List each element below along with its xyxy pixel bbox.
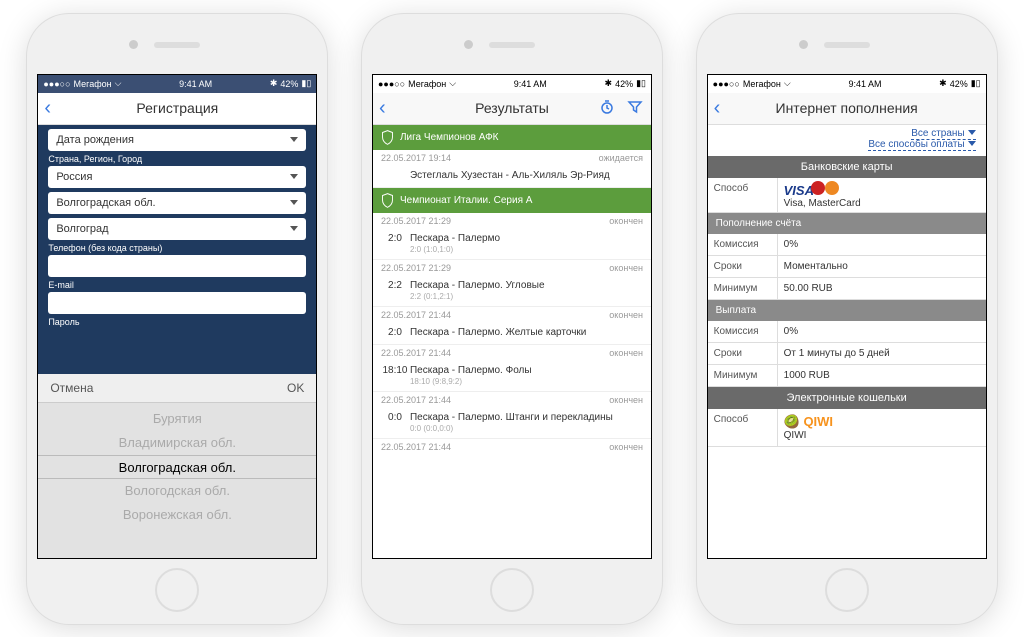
status-time: 9:41 AM bbox=[179, 79, 212, 89]
chevron-down-icon bbox=[290, 200, 298, 205]
location-label: Страна, Регион, Город bbox=[48, 154, 306, 164]
password-label: Пароль bbox=[48, 317, 306, 327]
country-select[interactable]: Россия bbox=[48, 166, 306, 188]
city-select[interactable]: Волгоград bbox=[48, 218, 306, 240]
dob-select[interactable]: Дата рождения bbox=[48, 129, 306, 151]
home-button[interactable] bbox=[825, 568, 869, 612]
payments-body[interactable]: Все страны Все способы оплаты Банковские… bbox=[708, 125, 986, 558]
phone-frame-1: ●●●○○Мегафон⌵ 9:41 AM ✱42%▮▯ ‹ Регистрац… bbox=[27, 14, 327, 624]
mastercard-logo bbox=[811, 181, 825, 195]
home-button[interactable] bbox=[155, 568, 199, 612]
battery-icon: ▮▯ bbox=[636, 78, 646, 89]
qiwi-logo: 🥝 QIWI bbox=[784, 414, 833, 429]
shield-icon bbox=[381, 130, 394, 145]
list-item[interactable]: 2:0Пескара - Палермо2:0 (1:0,1:0) bbox=[373, 229, 651, 260]
bluetooth-icon: ✱ bbox=[605, 78, 613, 89]
section-cards: Банковские карты bbox=[708, 156, 986, 178]
battery-icon: ▮▯ bbox=[971, 78, 981, 89]
battery-icon: ▮▯ bbox=[301, 78, 311, 89]
picker-ok[interactable]: OK bbox=[287, 381, 304, 395]
region-select[interactable]: Волгоградская обл. bbox=[48, 192, 306, 214]
wifi-icon: ⌵ bbox=[449, 78, 456, 89]
list-item[interactable]: 2:0Пескара - Палермо. Желтые карточки bbox=[373, 323, 651, 345]
picker-cancel[interactable]: Отмена bbox=[50, 381, 93, 395]
email-label: E-mail bbox=[48, 280, 306, 290]
chevron-down-icon bbox=[290, 137, 298, 142]
wifi-icon: ⌵ bbox=[115, 78, 122, 89]
status-time: 9:41 AM bbox=[848, 79, 881, 89]
back-button[interactable]: ‹ bbox=[379, 98, 386, 118]
list-item[interactable]: Эстеглаль Хузестан - Аль-Хиляль Эр-Рияд bbox=[373, 166, 651, 188]
table-row: Минимум50.00 RUB bbox=[708, 278, 986, 300]
screen-payments: ●●●○○Мегафон⌵ 9:41 AM ✱42%▮▯ ‹ Интернет … bbox=[707, 74, 987, 559]
results-list[interactable]: Лига Чемпионов АФК 22.05.2017 19:14ожида… bbox=[373, 125, 651, 558]
chevron-down-icon bbox=[968, 141, 976, 146]
screen-results: ●●●○○Мегафон⌵ 9:41 AM ✱42%▮▯ ‹ Результат… bbox=[372, 74, 652, 559]
registration-form: Дата рождения Страна, Регион, Город Росс… bbox=[38, 125, 316, 374]
table-row: Комиссия0% bbox=[708, 321, 986, 343]
picker-wheel[interactable]: Бурятия Владимирская обл. Волгоградская … bbox=[38, 403, 316, 527]
chevron-down-icon bbox=[968, 130, 976, 135]
phone-input[interactable] bbox=[48, 255, 306, 277]
section-refill: Пополнение счёта bbox=[708, 213, 986, 234]
picker-overlay: Отмена OK Бурятия Владимирская обл. Волг… bbox=[38, 374, 316, 558]
list-item[interactable]: 0:0Пескара - Палермо. Штанги и переклади… bbox=[373, 408, 651, 439]
table-row: Способ VISA Visa, MasterCard bbox=[708, 178, 986, 213]
bluetooth-icon: ✱ bbox=[939, 78, 947, 89]
status-bar: ●●●○○Мегафон⌵ 9:41 AM ✱42%▮▯ bbox=[38, 75, 316, 93]
list-item: 22.05.2017 19:14ожидается bbox=[373, 150, 651, 166]
chevron-down-icon bbox=[290, 226, 298, 231]
chevron-down-icon bbox=[290, 174, 298, 179]
status-bar: ●●●○○Мегафон⌵ 9:41 AM ✱42%▮▯ bbox=[373, 75, 651, 93]
table-row: Минимум1000 RUB bbox=[708, 365, 986, 387]
bluetooth-icon: ✱ bbox=[270, 78, 278, 89]
home-button[interactable] bbox=[490, 568, 534, 612]
league-header[interactable]: Чемпионат Италии. Серия А bbox=[373, 188, 651, 213]
table-row: Способ 🥝 QIWI QIWI bbox=[708, 409, 986, 447]
shield-icon bbox=[381, 193, 394, 208]
list-item[interactable]: 2:2Пескара - Палермо. Угловые2:2 (0:1,2:… bbox=[373, 276, 651, 307]
filter-method[interactable]: Все способы оплаты bbox=[868, 139, 975, 151]
list-item[interactable]: 18:10Пескара - Палермо. Фолы18:10 (9:8,9… bbox=[373, 361, 651, 392]
phone-label: Телефон (без кода страны) bbox=[48, 243, 306, 253]
page-title: Интернет пополнения bbox=[776, 100, 918, 116]
back-button[interactable]: ‹ bbox=[44, 98, 51, 118]
table-row: СрокиОт 1 минуты до 5 дней bbox=[708, 343, 986, 365]
phone-frame-2: ●●●○○Мегафон⌵ 9:41 AM ✱42%▮▯ ‹ Результат… bbox=[362, 14, 662, 624]
visa-logo: VISA bbox=[784, 183, 814, 198]
page-title: Результаты bbox=[475, 100, 549, 116]
section-wallets: Электронные кошельки bbox=[708, 387, 986, 409]
status-time: 9:41 AM bbox=[514, 79, 547, 89]
timer-icon[interactable] bbox=[599, 99, 615, 118]
table-row: Комиссия0% bbox=[708, 234, 986, 256]
back-button[interactable]: ‹ bbox=[714, 98, 721, 118]
navbar: ‹ Интернет пополнения bbox=[708, 93, 986, 125]
page-title: Регистрация bbox=[136, 100, 218, 116]
navbar: ‹ Результаты bbox=[373, 93, 651, 125]
wifi-icon: ⌵ bbox=[784, 78, 791, 89]
filter-icon[interactable] bbox=[627, 99, 643, 118]
status-bar: ●●●○○Мегафон⌵ 9:41 AM ✱42%▮▯ bbox=[708, 75, 986, 93]
table-row: СрокиМоментально bbox=[708, 256, 986, 278]
navbar: ‹ Регистрация bbox=[38, 93, 316, 125]
section-payout: Выплата bbox=[708, 300, 986, 321]
phone-frame-3: ●●●○○Мегафон⌵ 9:41 AM ✱42%▮▯ ‹ Интернет … bbox=[697, 14, 997, 624]
league-header[interactable]: Лига Чемпионов АФК bbox=[373, 125, 651, 150]
screen-registration: ●●●○○Мегафон⌵ 9:41 AM ✱42%▮▯ ‹ Регистрац… bbox=[37, 74, 317, 559]
email-input[interactable] bbox=[48, 292, 306, 314]
